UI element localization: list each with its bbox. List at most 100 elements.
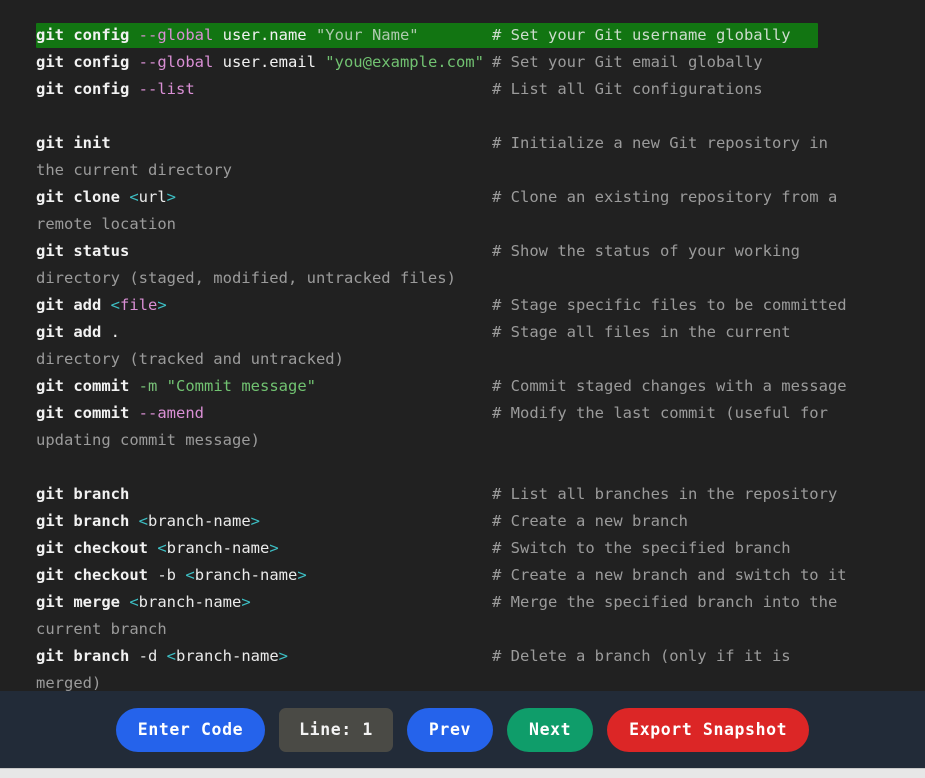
token-brk: < bbox=[110, 296, 120, 314]
token-cmd: git merge bbox=[36, 593, 130, 611]
command-text: git config --global user.name "Your Name… bbox=[36, 22, 492, 49]
code-line[interactable]: git add <file> # Stage specific files to … bbox=[0, 292, 925, 319]
token-sflag: -d bbox=[138, 647, 158, 665]
code-listing[interactable]: git config --global user.name "Your Name… bbox=[0, 0, 925, 691]
command-text: git config --global user.email "you@exam… bbox=[36, 49, 492, 76]
code-line-content: git checkout <branch-name> # Switch to th… bbox=[36, 535, 925, 562]
token-brk: < bbox=[166, 647, 177, 665]
token-cmd: git init bbox=[36, 134, 111, 152]
code-line-content: git add <file> # Stage specific files to … bbox=[36, 292, 925, 319]
comment-text: # Stage specific files to be committed bbox=[492, 296, 847, 314]
code-line[interactable]: git clone <url> # Clone an existing repos… bbox=[0, 184, 925, 211]
comment-text: # Initialize a new Git repository in bbox=[492, 134, 828, 152]
command-text: git commit -m "Commit message" bbox=[36, 373, 492, 400]
token-ph: file bbox=[120, 296, 158, 314]
comment-text: # Clone an existing repository from a bbox=[492, 188, 838, 206]
prev-button[interactable]: Prev bbox=[406, 707, 494, 752]
code-line[interactable]: git checkout -b <branch-name> # Create a … bbox=[0, 562, 925, 589]
comment-text: # List all Git configurations bbox=[492, 80, 763, 98]
command-text: git commit --amend bbox=[36, 400, 492, 427]
token-flag: --global bbox=[138, 53, 214, 71]
code-line-content: git clone <url> # Clone an existing repos… bbox=[36, 184, 925, 211]
git-reference-viewer: git config --global user.name "Your Name… bbox=[0, 0, 925, 778]
token-arg: user.email bbox=[213, 53, 326, 71]
comment-text: directory (staged, modified, untracked f… bbox=[36, 269, 456, 287]
code-line[interactable]: git add . # Stage all files in the curren… bbox=[0, 319, 925, 346]
token-ph-w: branch-name bbox=[138, 593, 242, 611]
code-line[interactable]: git branch # List all branches in the rep… bbox=[0, 481, 925, 508]
token-brk: > bbox=[297, 566, 307, 584]
command-text: git branch -d <branch-name> bbox=[36, 643, 492, 670]
command-text: git checkout <branch-name> bbox=[36, 535, 492, 562]
code-line[interactable]: git checkout <branch-name> # Switch to th… bbox=[0, 535, 925, 562]
comment-continuation-line: the current directory bbox=[0, 157, 925, 184]
command-text: git status bbox=[36, 238, 492, 265]
comment-text: updating commit message) bbox=[36, 431, 260, 449]
comment-text: # Set your Git username globally bbox=[492, 26, 791, 44]
token-ph-w: branch-name bbox=[166, 539, 270, 557]
code-line[interactable]: git branch -d <branch-name> # Delete a br… bbox=[0, 643, 925, 670]
token-brk: < bbox=[138, 512, 148, 530]
comment-text: # Set your Git email globally bbox=[492, 53, 763, 71]
token-str-dim: "Your Name" bbox=[315, 26, 419, 44]
token-brk: > bbox=[241, 593, 251, 611]
token-brk: < bbox=[157, 539, 167, 557]
token-cmd: git branch bbox=[36, 512, 139, 530]
token-brk: > bbox=[166, 188, 177, 206]
token-brk: > bbox=[269, 539, 279, 557]
footer-toolbar: Enter Code Line: 1 Prev Next Export Snap… bbox=[0, 691, 925, 768]
token-flag: --list bbox=[138, 80, 195, 98]
comment-text: directory (tracked and untracked) bbox=[36, 350, 344, 368]
code-line[interactable]: git commit --amend # Modify the last comm… bbox=[0, 400, 925, 427]
comment-continuation-line: merged) bbox=[0, 670, 925, 691]
token-ph-w: branch-name bbox=[148, 512, 251, 530]
token-cmd: git checkout bbox=[36, 566, 158, 584]
token-ph-w: branch-name bbox=[176, 647, 279, 665]
token-cmd: git commit bbox=[36, 377, 139, 395]
comment-text: # Stage all files in the current bbox=[492, 323, 791, 341]
token-cmd: git branch bbox=[36, 647, 139, 665]
token-arg: . bbox=[110, 323, 120, 341]
token-arg bbox=[157, 647, 166, 665]
command-text: git add <file> bbox=[36, 292, 492, 319]
code-line-content: git branch # List all branches in the rep… bbox=[36, 481, 925, 508]
line-indicator: Line: 1 bbox=[279, 707, 393, 752]
token-brk: > bbox=[250, 512, 260, 530]
code-line-content: git merge <branch-name> # Merge the speci… bbox=[36, 589, 925, 616]
export-snapshot-button[interactable]: Export Snapshot bbox=[607, 707, 810, 752]
code-line[interactable]: git status # Show the status of your work… bbox=[0, 238, 925, 265]
token-brk: > bbox=[157, 296, 167, 314]
token-flag: --global bbox=[138, 26, 214, 44]
token-cmd: git config bbox=[36, 80, 139, 98]
comment-text: # List all branches in the repository bbox=[492, 485, 838, 503]
token-cmd: git add bbox=[36, 296, 111, 314]
token-sflag-g: -m bbox=[138, 377, 158, 395]
code-line-content: git branch -d <branch-name> # Delete a br… bbox=[36, 643, 925, 670]
comment-text: # Create a new branch and switch to it bbox=[492, 566, 847, 584]
token-arg: user.name bbox=[213, 26, 316, 44]
code-line[interactable]: git config --list # List all Git configur… bbox=[0, 76, 925, 103]
code-line[interactable]: git branch <branch-name> # Create a new b… bbox=[0, 508, 925, 535]
comment-text: # Modify the last commit (useful for bbox=[492, 404, 828, 422]
comment-text: # Switch to the specified branch bbox=[492, 539, 791, 557]
comment-continuation-line: remote location bbox=[0, 211, 925, 238]
code-line-content: git branch <branch-name> # Create a new b… bbox=[36, 508, 925, 535]
code-line-content: git config --global user.email "you@exam… bbox=[36, 49, 925, 76]
comment-text: current branch bbox=[36, 620, 167, 638]
comment-continuation-line: directory (tracked and untracked) bbox=[0, 346, 925, 373]
token-flag: --amend bbox=[138, 404, 204, 422]
token-brk: < bbox=[129, 188, 139, 206]
code-line-active[interactable]: git config --global user.name "Your Name… bbox=[0, 22, 925, 49]
token-str: "you@example.com" bbox=[325, 53, 484, 71]
enter-code-button[interactable]: Enter Code bbox=[115, 707, 266, 752]
token-cmd: git status bbox=[36, 242, 130, 260]
comment-text: the current directory bbox=[36, 161, 232, 179]
code-line[interactable]: git merge <branch-name> # Merge the speci… bbox=[0, 589, 925, 616]
token-brk: < bbox=[185, 566, 195, 584]
code-line[interactable]: git init # Initialize a new Git repositor… bbox=[0, 130, 925, 157]
command-text: git branch bbox=[36, 481, 492, 508]
next-button[interactable]: Next bbox=[507, 707, 594, 752]
code-line[interactable]: git config --global user.email "you@exam… bbox=[0, 49, 925, 76]
code-line[interactable]: git commit -m "Commit message" # Commit s… bbox=[0, 373, 925, 400]
